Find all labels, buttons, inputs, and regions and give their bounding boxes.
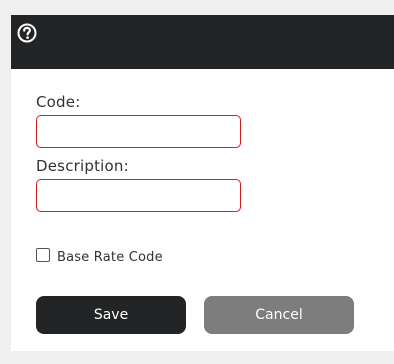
description-label: Description: — [36, 157, 129, 175]
save-button[interactable]: Save — [36, 296, 186, 334]
description-input[interactable] — [36, 179, 241, 212]
cancel-button[interactable]: Cancel — [204, 296, 354, 334]
base-rate-code-checkbox[interactable] — [36, 248, 50, 262]
code-label: Code: — [36, 93, 81, 111]
dialog-header — [11, 15, 394, 69]
rate-code-dialog: Code: Description: Base Rate Code Save C… — [11, 15, 394, 351]
base-rate-code-label: Base Rate Code — [57, 250, 163, 265]
code-input[interactable] — [36, 115, 241, 148]
help-icon[interactable] — [17, 23, 37, 43]
